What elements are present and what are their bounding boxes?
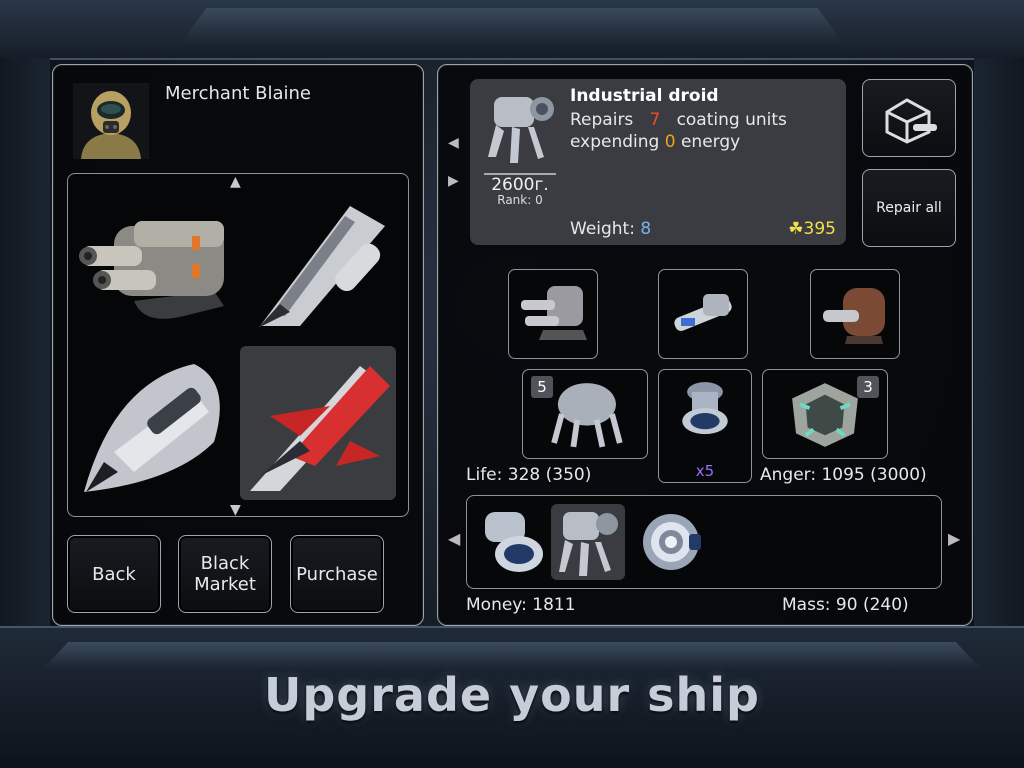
leather-cannon-icon xyxy=(823,288,885,344)
weapon-slot-1[interactable] xyxy=(508,269,598,359)
armor-slot[interactable]: 3 xyxy=(762,369,888,459)
good-red-ship[interactable] xyxy=(240,346,396,500)
item-description: Repairs 7 coating units expending 0 ener… xyxy=(570,109,836,153)
droid-icon xyxy=(559,512,618,576)
droid-icon xyxy=(551,383,623,448)
merchant-portrait-icon xyxy=(73,83,149,159)
cargo-prev-icon[interactable]: ◀ xyxy=(448,529,460,548)
item-price: 2600г. xyxy=(484,173,556,195)
left-frame xyxy=(0,58,50,628)
good-twin-cannon[interactable] xyxy=(74,186,230,340)
merchant-panel: Merchant Blaine ▲ ▼ Back Black Market Pu… xyxy=(52,64,424,626)
repair-all-button[interactable]: Repair all xyxy=(862,169,956,247)
prev-item-icon[interactable]: ◀ xyxy=(448,135,459,151)
droid-slot[interactable]: 5 xyxy=(522,369,648,459)
good-fighter-ship[interactable] xyxy=(240,186,396,340)
weight-value: 8 xyxy=(640,219,652,239)
goods-list[interactable]: ▲ ▼ xyxy=(67,173,409,518)
weapon-slot-3[interactable] xyxy=(810,269,900,359)
top-frame xyxy=(0,0,1024,60)
mass-stat: Mass: 90 (240) xyxy=(782,595,909,615)
good-shuttle-ship[interactable] xyxy=(74,352,230,506)
cargo-next-icon[interactable]: ▶ xyxy=(948,529,960,548)
tagline: Upgrade your ship xyxy=(264,668,760,722)
fighter-ship-icon xyxy=(258,206,385,328)
weapon-slot-2[interactable] xyxy=(658,269,748,359)
repair-units: 7 xyxy=(649,110,661,130)
credits-icon: ☘ xyxy=(788,219,804,239)
back-button[interactable]: Back xyxy=(67,535,161,613)
module-slot[interactable]: x5 xyxy=(658,369,752,483)
repair-button[interactable] xyxy=(862,79,956,157)
module-stack: x5 xyxy=(695,462,715,480)
desc-prefix: Repairs xyxy=(570,110,634,130)
item-rank: Rank: 0 xyxy=(497,193,543,207)
cargo-bay[interactable] xyxy=(466,495,942,589)
ship-panel: ◀ ▶ 2600г. Rank: 0 Industrial droid Repa… xyxy=(437,64,973,626)
next-item-icon[interactable]: ▶ xyxy=(448,173,459,189)
droid-icon xyxy=(480,87,560,167)
desc-suffix: energy xyxy=(680,132,741,152)
cargo-item-module[interactable] xyxy=(473,504,547,580)
item-title: Industrial droid xyxy=(570,86,719,106)
scroll-down-icon[interactable]: ▼ xyxy=(230,502,241,518)
weight-label: Weight: xyxy=(570,219,635,239)
armor-plate-icon xyxy=(792,383,858,447)
energy-module-icon xyxy=(682,382,728,435)
item-cost: ☘395 xyxy=(788,219,836,239)
twin-cannon-icon xyxy=(521,286,587,340)
cargo-item-droid[interactable] xyxy=(551,504,625,580)
life-stat: Life: 328 (350) xyxy=(466,465,592,485)
shield-disc-icon xyxy=(643,514,701,570)
energy-module-icon xyxy=(485,512,543,572)
item-details: 2600г. Rank: 0 Industrial droid Repairs … xyxy=(470,79,846,245)
repair-icon xyxy=(885,98,937,144)
energy-value: 0 xyxy=(664,132,676,152)
twin-cannon-icon xyxy=(79,221,224,319)
shuttle-ship-icon xyxy=(84,364,220,492)
item-weight: Weight: 8 xyxy=(570,219,651,239)
purchase-button[interactable]: Purchase xyxy=(290,535,384,613)
right-frame xyxy=(974,58,1024,628)
red-ship-icon xyxy=(250,366,390,491)
railgun-icon xyxy=(674,294,732,331)
cargo-item-shield[interactable] xyxy=(631,504,705,580)
anger-stat: Anger: 1095 (3000) xyxy=(760,465,927,485)
money-stat: Money: 1811 xyxy=(466,595,576,615)
black-market-button[interactable]: Black Market xyxy=(178,535,272,613)
merchant-name: Merchant Blaine xyxy=(165,83,311,104)
